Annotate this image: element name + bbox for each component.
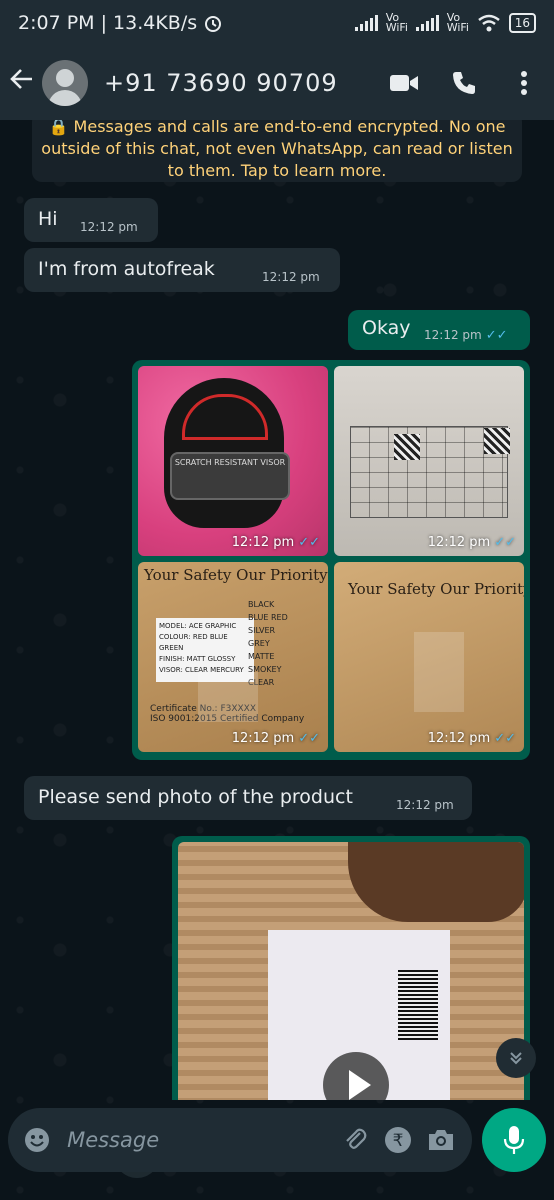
wifi-icon bbox=[477, 14, 500, 32]
alarm-icon bbox=[205, 16, 222, 32]
photo-box-angle[interactable]: Your Safety Our Priority 12:12 pm ✓✓ bbox=[334, 562, 524, 752]
photo-group[interactable]: SCRATCH RESISTANT VISOR 12:12 pm ✓✓ 12:12… bbox=[132, 360, 530, 760]
photo-box-label[interactable]: Your Safety Our Priority MODEL: ACE GRAP… bbox=[138, 562, 328, 752]
video-call-icon[interactable] bbox=[374, 46, 434, 120]
signal-icon bbox=[415, 15, 439, 31]
read-ticks-icon: ✓✓ bbox=[494, 731, 516, 746]
video-thumbnail[interactable] bbox=[178, 842, 524, 1100]
back-arrow-icon[interactable] bbox=[2, 65, 42, 101]
video-message[interactable] bbox=[172, 836, 530, 1100]
message-incoming[interactable]: Hi 12:12 pm bbox=[24, 198, 158, 242]
vowifi-label: Vo WiFi bbox=[446, 11, 469, 34]
box-title: Your Safety Our Priority bbox=[348, 580, 524, 598]
emoji-icon[interactable] bbox=[18, 1126, 55, 1154]
svg-text:₹: ₹ bbox=[393, 1131, 404, 1151]
encryption-notice[interactable]: 🔒 Messages and calls are end-to-end encr… bbox=[32, 120, 522, 182]
chat-header: +91 73690 90709 bbox=[0, 46, 554, 120]
battery-indicator: 16 bbox=[508, 13, 536, 33]
scroll-down-icon[interactable] bbox=[496, 1038, 536, 1078]
attach-icon[interactable] bbox=[334, 1108, 377, 1172]
photo-time: 12:12 pm ✓✓ bbox=[231, 731, 320, 746]
microphone-icon bbox=[503, 1126, 525, 1154]
message-time: 12:12 pm bbox=[262, 270, 320, 284]
qr-code bbox=[484, 428, 510, 454]
camera-icon[interactable] bbox=[419, 1108, 462, 1172]
read-ticks-icon: ✓✓ bbox=[298, 731, 320, 746]
barcode bbox=[398, 970, 438, 1040]
message-outgoing[interactable]: Okay 12:12 pm ✓✓ bbox=[348, 310, 530, 350]
read-ticks-icon: ✓✓ bbox=[298, 535, 320, 550]
payment-icon[interactable]: ₹ bbox=[377, 1108, 420, 1172]
message-text: Hi bbox=[38, 208, 58, 230]
chat-messages[interactable]: 🔒 Messages and calls are end-to-end encr… bbox=[0, 120, 554, 1100]
status-time-speed: 2:07 PM | 13.4KB/s bbox=[18, 12, 198, 34]
voice-call-icon[interactable] bbox=[434, 46, 494, 120]
qr-code bbox=[394, 434, 420, 460]
more-options-icon[interactable] bbox=[494, 46, 554, 120]
message-time: 12:12 pm ✓✓ bbox=[424, 328, 508, 343]
read-ticks-icon: ✓✓ bbox=[485, 328, 508, 343]
message-input[interactable] bbox=[65, 1127, 335, 1153]
message-composer: ₹ bbox=[8, 1108, 472, 1172]
read-ticks-icon: ✓✓ bbox=[494, 535, 516, 550]
hand bbox=[348, 842, 524, 922]
message-incoming[interactable]: Please send photo of the product 12:12 p… bbox=[24, 776, 472, 820]
signal-icon bbox=[354, 15, 378, 31]
photo-documents[interactable]: 12:12 pm ✓✓ bbox=[334, 366, 524, 556]
photo-time: 12:12 pm ✓✓ bbox=[427, 731, 516, 746]
photo-helmet[interactable]: SCRATCH RESISTANT VISOR 12:12 pm ✓✓ bbox=[138, 366, 328, 556]
message-incoming[interactable]: I'm from autofreak 12:12 pm bbox=[24, 248, 340, 292]
message-text: Please send photo of the product bbox=[38, 786, 353, 808]
visor-print: SCRATCH RESISTANT VISOR bbox=[170, 452, 290, 500]
microphone-button[interactable] bbox=[482, 1108, 546, 1172]
status-bar: 2:07 PM | 13.4KB/s Vo WiFi Vo WiFi 16 bbox=[0, 0, 554, 46]
message-time: 12:12 pm bbox=[396, 798, 454, 812]
message-text: Okay bbox=[362, 317, 411, 339]
contact-name[interactable]: +91 73690 90709 bbox=[104, 69, 374, 97]
avatar[interactable] bbox=[42, 60, 88, 106]
message-time: 12:12 pm bbox=[80, 220, 138, 234]
box-title: Your Safety Our Priority bbox=[144, 566, 328, 584]
tape bbox=[198, 672, 258, 722]
photo-time: 12:12 pm ✓✓ bbox=[231, 535, 320, 550]
vowifi-label: Vo WiFi bbox=[385, 11, 408, 34]
photo-time: 12:12 pm ✓✓ bbox=[427, 535, 516, 550]
message-text: I'm from autofreak bbox=[38, 258, 215, 280]
tape bbox=[414, 632, 464, 712]
